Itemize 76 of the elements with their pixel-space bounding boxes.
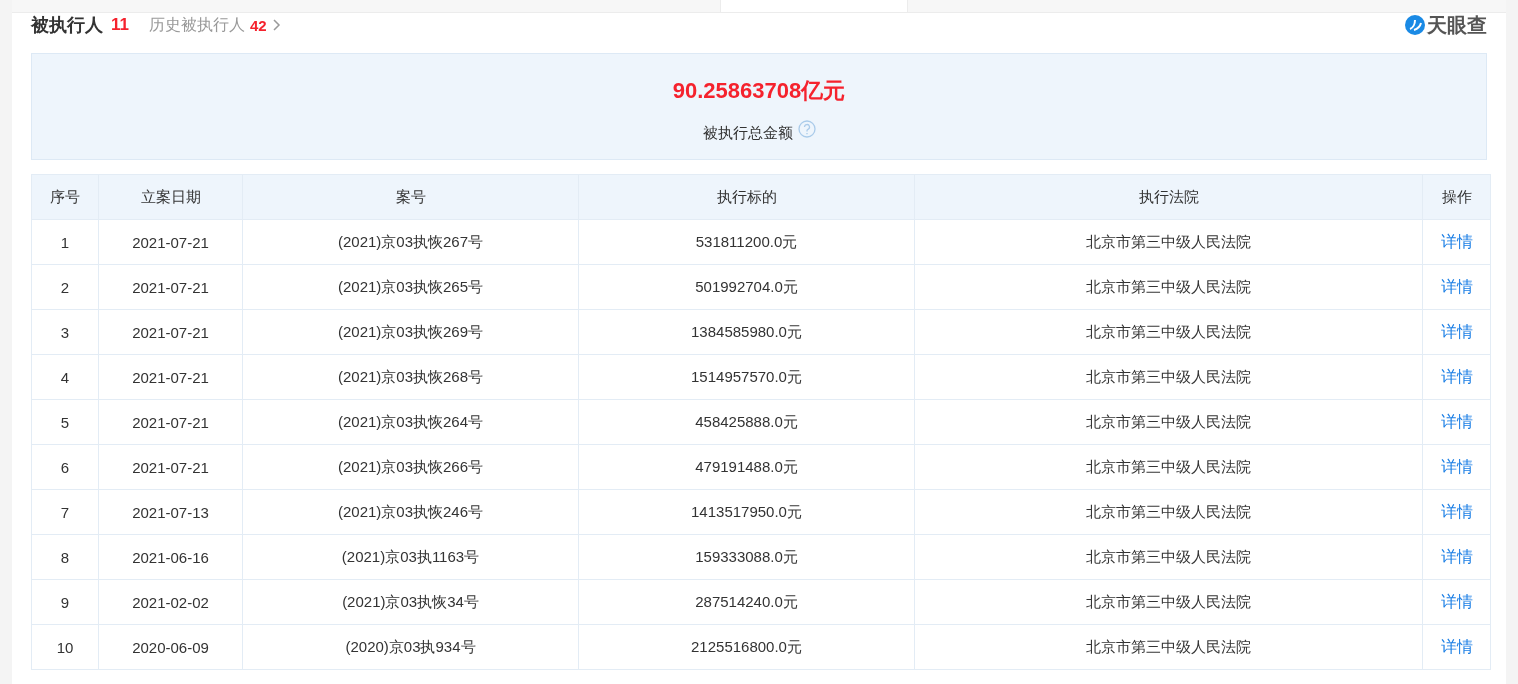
details-link[interactable]: 详情 xyxy=(1440,457,1473,475)
table-cell: 2021-07-21 xyxy=(98,309,243,355)
table-cell: 2 xyxy=(31,264,99,310)
total-amount-label: 被执行总金额 xyxy=(702,124,793,143)
table-cell: 1514957570.0元 xyxy=(578,354,915,400)
table-cell: (2021)京03执恢268号 xyxy=(242,354,579,400)
logo-icon xyxy=(1404,14,1426,36)
table-cell: 北京市第三中级人民法院 xyxy=(914,399,1423,445)
table-cell: 1413517950.0元 xyxy=(578,489,915,535)
table-cell: 2021-06-16 xyxy=(98,534,243,580)
table-cell: 159333088.0元 xyxy=(578,534,915,580)
history-link[interactable]: 历史被执行人 xyxy=(149,14,245,36)
history-count: 42 xyxy=(250,16,267,34)
table-cell: 6 xyxy=(31,444,99,490)
table-cell: (2021)京03执恢34号 xyxy=(242,579,579,625)
table-cell: 2021-07-21 xyxy=(98,399,243,445)
table-cell: 501992704.0元 xyxy=(578,264,915,310)
column-header: 操作 xyxy=(1422,174,1491,220)
table-cell: 2021-02-02 xyxy=(98,579,243,625)
table-cell: 5 xyxy=(31,399,99,445)
table-cell: 北京市第三中级人民法院 xyxy=(914,489,1423,535)
table-cell: (2021)京03执恢264号 xyxy=(242,399,579,445)
table-cell: 3 xyxy=(31,309,99,355)
table-cell: 8 xyxy=(31,534,99,580)
table-cell: (2021)京03执1163号 xyxy=(242,534,579,580)
table-cell: 2021-07-21 xyxy=(98,264,243,310)
details-link[interactable]: 详情 xyxy=(1440,277,1473,295)
table-cell: (2021)京03执恢267号 xyxy=(242,219,579,265)
table-cell: 531811200.0元 xyxy=(578,219,915,265)
table-cell: 北京市第三中级人民法院 xyxy=(914,579,1423,625)
table-cell: 北京市第三中级人民法院 xyxy=(914,444,1423,490)
column-header: 立案日期 xyxy=(98,174,243,220)
table-cell: (2021)京03执恢265号 xyxy=(242,264,579,310)
table-cell: 458425888.0元 xyxy=(578,399,915,445)
column-header: 序号 xyxy=(31,174,99,220)
table-cell: 479191488.0元 xyxy=(578,444,915,490)
table-cell: 北京市第三中级人民法院 xyxy=(914,264,1423,310)
table-cell: (2021)京03执恢269号 xyxy=(242,309,579,355)
table-cell: 北京市第三中级人民法院 xyxy=(914,309,1423,355)
details-link[interactable]: 详情 xyxy=(1440,637,1473,655)
column-header: 案号 xyxy=(242,174,579,220)
section-title: 被执行人 xyxy=(31,14,103,37)
details-link[interactable]: 详情 xyxy=(1440,322,1473,340)
details-link[interactable]: 详情 xyxy=(1440,412,1473,430)
table-cell: 2021-07-21 xyxy=(98,354,243,400)
count-text: 11 xyxy=(111,15,129,35)
column-header: 执行法院 xyxy=(914,174,1423,220)
details-link[interactable]: 详情 xyxy=(1440,592,1473,610)
table-cell: 7 xyxy=(31,489,99,535)
table-cell: 2021-07-13 xyxy=(98,489,243,535)
table-cell: (2020)京03执934号 xyxy=(242,624,579,670)
table-cell: 2125516800.0元 xyxy=(578,624,915,670)
table-cell: (2021)京03执恢266号 xyxy=(242,444,579,490)
details-link[interactable]: 详情 xyxy=(1440,367,1473,385)
table-cell: (2021)京03执恢246号 xyxy=(242,489,579,535)
details-link[interactable]: 详情 xyxy=(1440,232,1473,250)
table-cell: 1 xyxy=(31,219,99,265)
table-cell: 2021-07-21 xyxy=(98,444,243,490)
table-cell: 287514240.0元 xyxy=(578,579,915,625)
table-cell: 2020-06-09 xyxy=(98,624,243,670)
details-link[interactable]: 详情 xyxy=(1440,547,1473,565)
table-cell: 北京市第三中级人民法院 xyxy=(914,534,1423,580)
help-icon[interactable] xyxy=(797,120,816,138)
table-cell: 4 xyxy=(31,354,99,400)
table-cell: 北京市第三中级人民法院 xyxy=(914,624,1423,670)
table-cell: 10 xyxy=(31,624,99,670)
table-cell: 北京市第三中级人民法院 xyxy=(914,219,1423,265)
column-header: 执行标的 xyxy=(578,174,915,220)
table-cell: 北京市第三中级人民法院 xyxy=(914,354,1423,400)
total-amount: 90.25863708亿元 xyxy=(672,77,846,105)
logo-text: 天眼查 xyxy=(1427,12,1487,38)
table-cell: 2021-07-21 xyxy=(98,219,243,265)
chevron-right-icon[interactable] xyxy=(272,19,281,31)
table-cell: 1384585980.0元 xyxy=(578,309,915,355)
table-cell: 9 xyxy=(31,579,99,625)
details-link[interactable]: 详情 xyxy=(1440,502,1473,520)
